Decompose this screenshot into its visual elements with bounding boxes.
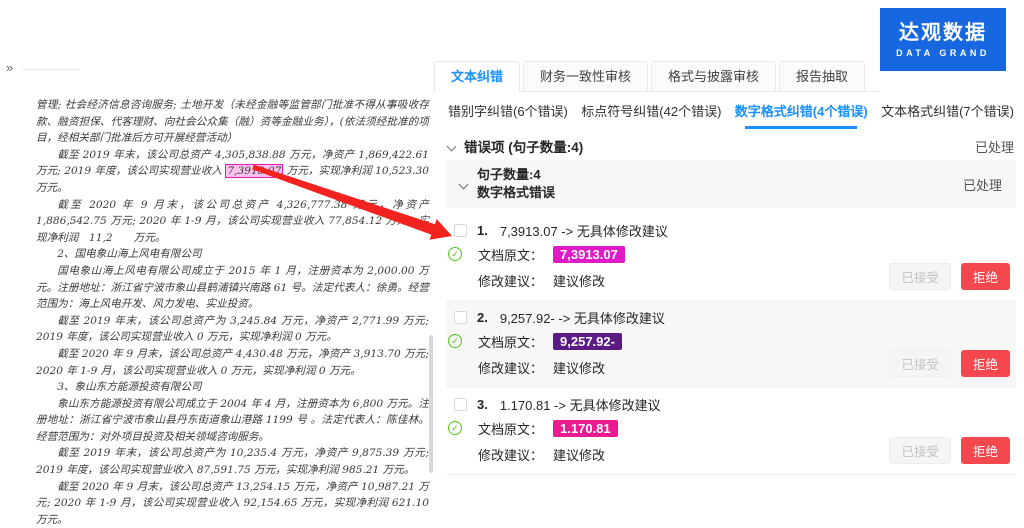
group-sentence-count: 句子数量:4 — [477, 166, 555, 184]
suggestion-label: 修改建议： — [478, 445, 543, 464]
original-value-chip: 1.170.81 — [553, 420, 618, 437]
original-label: 文档原文： — [478, 419, 543, 438]
reject-button[interactable]: 拒绝 — [961, 350, 1010, 377]
document-paragraph: 3、象山东方能源投资有限公司 — [36, 379, 429, 396]
collapse-sidebar-icon[interactable]: » — [6, 60, 13, 75]
error-item-title: 9,257.92- -> 无具体修改建议 — [500, 308, 665, 327]
sub-tab[interactable]: 数字格式纠错(4个错误) — [735, 101, 868, 129]
error-item-number: 2. — [477, 310, 488, 325]
original-value-chip: 9,257.92- — [553, 333, 622, 350]
suggestion-value: 建议修改 — [553, 358, 605, 377]
sub-tab[interactable]: 标点符号纠错(42个错误) — [581, 101, 721, 129]
suggestion-value: 建议修改 — [553, 445, 605, 464]
brand-logo: 达观数据 DATA GRAND — [880, 8, 1006, 71]
sub-tab[interactable]: 错别字纠错(6个错误) — [448, 101, 568, 129]
document-paragraph: 象山东方能源投资有限公司成立于 2004 年 4 月，注册资本为 6,800 万… — [36, 396, 429, 446]
document-paragraph: 管理; 社会经济信息咨询服务; 土地开发（未经金融等监管部门批准不得从事吸收存款… — [36, 97, 429, 147]
document-paragraph: 国电象山海上风电有限公司成立于 2015 年 1 月，注册资本为 2,000.0… — [36, 263, 429, 313]
document-paragraph: 截至 2019 年末，该公司总资产为 3,245.84 万元，净资产 2,771… — [36, 313, 429, 346]
check-circle-icon — [448, 247, 462, 261]
original-value-chip: 7,3913.07 — [553, 246, 625, 263]
accepted-button[interactable]: 已接受 — [889, 350, 951, 377]
check-circle-icon — [448, 421, 462, 435]
error-item-number: 1. — [477, 223, 488, 238]
reject-button[interactable]: 拒绝 — [961, 263, 1010, 290]
accepted-button[interactable]: 已接受 — [889, 437, 951, 464]
document-paragraph: 截至 2019 年末，该公司总资产 4,305,838.88 万元，净资产 1,… — [36, 147, 429, 197]
chevron-down-icon[interactable] — [459, 179, 469, 189]
group-status: 已处理 — [963, 175, 1002, 194]
main-tab[interactable]: 格式与披露审核 — [651, 61, 776, 91]
error-item-number: 3. — [477, 397, 488, 412]
error-item: 3. 1.170.81 -> 无具体修改建议 文档原文： 1.170.81 修改… — [446, 388, 1016, 475]
suggestion-label: 修改建议： — [478, 271, 543, 290]
error-item-checkbox[interactable] — [454, 311, 467, 324]
error-items-list: 1. 7,3913.07 -> 无具体修改建议 文档原文： 7,3913.07 … — [446, 214, 1016, 475]
main-tab[interactable]: 财务一致性审核 — [523, 61, 648, 91]
document-paragraph: 截至 2020 年 9 月末，该公司总资产 4,326,777.38 万元，净资… — [36, 197, 429, 247]
group-error-type: 数字格式错误 — [477, 184, 555, 202]
error-list-header-status: 已处理 — [975, 137, 1014, 156]
original-label: 文档原文： — [478, 332, 543, 351]
brand-logo-title: 达观数据 — [899, 21, 987, 45]
main-tab[interactable]: 文本纠错 — [434, 61, 520, 91]
main-tab[interactable]: 报告抽取 — [779, 61, 865, 91]
brand-logo-subtitle: DATA GRAND — [896, 48, 990, 58]
suggestion-label: 修改建议： — [478, 358, 543, 377]
main-tabs: 文本纠错 财务一致性审核 格式与披露审核 报告抽取 — [434, 61, 880, 92]
document-paragraph: 截至 2020 年 9 月末，该公司总资产 13,254.15 万元，净资产 1… — [36, 479, 429, 528]
chevron-down-icon[interactable] — [447, 141, 457, 151]
doc-scrollbar-thumb[interactable] — [429, 335, 433, 473]
error-list-header-label: 错误项 (句子数量:4) — [464, 136, 583, 156]
sub-tabs: 错别字纠错(6个错误) 标点符号纠错(42个错误) 数字格式纠错(4个错误) 文… — [448, 101, 1014, 128]
document-paragraph: 截至 2019 年末，该公司总资产为 10,235.4 万元，净资产 9,875… — [36, 445, 429, 478]
doc-highlighted-number[interactable]: 7,3913.07 — [225, 164, 283, 178]
review-panel: 文本纠错 财务一致性审核 格式与披露审核 报告抽取 错别字纠错(6个错误) 标点… — [434, 0, 1024, 502]
document-paragraph: 2、国电象山海上风电有限公司 — [36, 246, 429, 263]
error-list-header: 错误项 (句子数量:4) 已处理 — [448, 136, 1014, 156]
accepted-button[interactable]: 已接受 — [889, 263, 951, 290]
error-item-checkbox[interactable] — [454, 224, 467, 237]
document-page: 管理; 社会经济信息咨询服务; 土地开发（未经金融等监管部门批准不得从事吸收存款… — [36, 97, 429, 528]
reject-button[interactable]: 拒绝 — [961, 437, 1010, 464]
error-item: 1. 7,3913.07 -> 无具体修改建议 文档原文： 7,3913.07 … — [446, 214, 1016, 301]
check-circle-icon — [448, 334, 462, 348]
document-panel: » 管理; 社会经济信息咨询服务; 土地开发（未经金融等监管部门批准不得从事吸收… — [0, 0, 433, 502]
suggestion-value: 建议修改 — [553, 271, 605, 290]
document-paragraph: 截至 2020 年 9 月末，该公司总资产 4,430.48 万元，净资产 3,… — [36, 346, 429, 379]
sub-tab[interactable]: 文本格式纠错(7个错误) — [881, 101, 1014, 129]
error-group-card: 句子数量:4 数字格式错误 已处理 — [446, 160, 1016, 208]
error-item: 2. 9,257.92- -> 无具体修改建议 文档原文： 9,257.92- … — [446, 301, 1016, 388]
error-item-checkbox[interactable] — [454, 398, 467, 411]
error-item-title: 1.170.81 -> 无具体修改建议 — [500, 395, 661, 414]
original-label: 文档原文： — [478, 245, 543, 264]
error-item-title: 7,3913.07 -> 无具体修改建议 — [500, 221, 668, 240]
divider — [22, 69, 80, 70]
